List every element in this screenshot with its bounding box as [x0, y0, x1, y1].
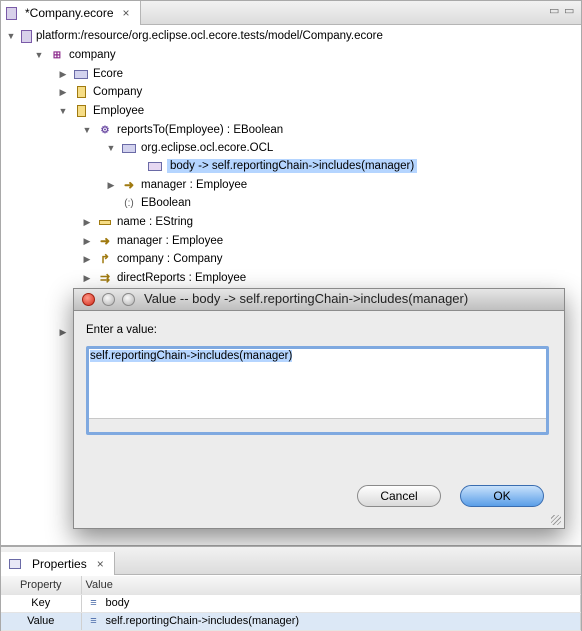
- tree-row-manager-reference[interactable]: ▶ ➜ manager : Employee: [81, 232, 224, 250]
- dialog-title: Value -- body -> self.reportingChain->in…: [144, 291, 469, 306]
- collapse-arrow-icon[interactable]: ▶: [81, 236, 93, 247]
- minimize-icon[interactable]: ▭: [549, 4, 559, 17]
- dialog-title-bar[interactable]: Value -- body -> self.reportingChain->in…: [74, 289, 564, 311]
- tree-label: EBoolean: [141, 197, 191, 209]
- collapse-arrow-icon[interactable]: ▶: [57, 69, 69, 80]
- tab-properties[interactable]: Properties ×: [1, 552, 115, 575]
- tree-row-manager-parameter[interactable]: ▶ ➜ manager : Employee: [105, 176, 248, 194]
- table-header: Property Value: [1, 576, 581, 595]
- maximize-icon[interactable]: ▭: [564, 4, 574, 17]
- annotation-icon: [73, 67, 89, 81]
- tree-row-package[interactable]: ▼ ⊞ company: [33, 46, 116, 64]
- tree-label: Company: [93, 86, 143, 98]
- tree-label: platform:/resource/org.eclipse.ocl.ecore…: [36, 30, 383, 42]
- tree-label: company: [69, 49, 116, 61]
- close-icon[interactable]: ×: [123, 6, 130, 20]
- tree-label: Ecore: [93, 68, 124, 80]
- tree-row-ecore-annotation[interactable]: ▶ Ecore: [57, 65, 124, 83]
- value-text: self.reportingChain->includes(manager): [90, 350, 293, 362]
- tree-label: manager : Employee: [117, 235, 224, 247]
- tab-title: *Company.ecore: [25, 6, 114, 20]
- dialog-prompt: Enter a value:: [86, 324, 157, 336]
- horizontal-scrollbar[interactable]: [89, 418, 546, 432]
- properties-tab-bar: Properties ×: [1, 547, 581, 575]
- properties-view: Properties × Property Value Key ≡ body Va…: [0, 546, 582, 631]
- annotation-icon: [121, 141, 137, 155]
- tree-label: reportsTo(Employee) : EBoolean: [117, 124, 284, 136]
- expand-arrow-icon[interactable]: ▼: [5, 31, 17, 41]
- cancel-button[interactable]: Cancel: [357, 485, 441, 507]
- editor-tab-bar: *Company.ecore × ▭ ▭: [1, 1, 581, 25]
- properties-tab-title: Properties: [32, 556, 87, 571]
- package-icon: ⊞: [52, 49, 62, 61]
- close-icon[interactable]: ×: [97, 557, 104, 571]
- minimize-window-button[interactable]: [102, 293, 115, 306]
- property-key: Key: [1, 594, 82, 613]
- tree-label: Employee: [93, 105, 145, 117]
- expand-arrow-icon[interactable]: ▼: [33, 50, 45, 60]
- tree-row-name-attribute[interactable]: ▶ name : EString: [81, 213, 194, 231]
- tree-label: org.eclipse.ocl.ecore.OCL: [141, 142, 274, 154]
- property-value[interactable]: ≡ self.reportingChain->includes(manager): [81, 612, 581, 631]
- table-row[interactable]: Key ≡ body: [1, 594, 581, 613]
- text-value-icon: ≡: [90, 615, 97, 627]
- operation-icon: ⚙: [100, 124, 110, 136]
- collapse-arrow-icon[interactable]: ▶: [57, 87, 69, 98]
- tree-row-company-reference[interactable]: ▶ ↱ company : Company: [81, 250, 223, 268]
- zoom-window-button[interactable]: [122, 293, 135, 306]
- expand-arrow-icon[interactable]: ▼: [57, 106, 69, 116]
- datatype-icon: (:): [124, 197, 134, 209]
- class-icon: [73, 104, 89, 118]
- table-row[interactable]: Value ≡ self.reportingChain->includes(man…: [1, 612, 581, 631]
- tree-label-selected: body -> self.reportingChain->includes(ma…: [167, 159, 418, 173]
- reference-icon: ↱: [99, 252, 111, 266]
- collapse-arrow-icon[interactable]: ▶: [81, 254, 93, 265]
- properties-icon: [7, 557, 23, 571]
- tree-row-ocl-annotation[interactable]: ▼ org.eclipse.ocl.ecore.OCL: [105, 139, 274, 157]
- value-dialog: Value -- body -> self.reportingChain->in…: [73, 288, 565, 529]
- tree-row-company-class[interactable]: ▶ Company: [57, 83, 142, 101]
- property-key: Value: [1, 612, 82, 631]
- resource-icon: [21, 29, 32, 43]
- close-window-button[interactable]: [82, 293, 95, 306]
- parameter-icon: ➜: [123, 178, 135, 192]
- collapse-arrow-icon[interactable]: ▶: [81, 217, 93, 228]
- tree-row-body-entry[interactable]: body -> self.reportingChain->includes(ma…: [131, 157, 418, 175]
- ok-button[interactable]: OK: [460, 485, 544, 507]
- class-icon: [73, 85, 89, 99]
- tree-row-employee-class[interactable]: ▼ Employee: [57, 102, 144, 120]
- property-value[interactable]: ≡ body: [81, 594, 581, 613]
- expand-arrow-icon[interactable]: ▼: [105, 143, 117, 153]
- ecore-file-icon: [6, 6, 17, 20]
- tree-row-eboolean[interactable]: (:) EBoolean: [105, 194, 191, 212]
- column-header-value[interactable]: Value: [81, 576, 581, 595]
- details-entry-icon: [147, 159, 163, 173]
- collapse-arrow-icon[interactable]: ▶: [57, 327, 69, 338]
- collapse-arrow-icon[interactable]: ▶: [105, 180, 117, 191]
- tree-row-hidden[interactable]: ▶: [57, 323, 73, 341]
- properties-table: Property Value Key ≡ body Value ≡ self.rep…: [1, 576, 581, 631]
- tree-row-reports-operation[interactable]: ▼ ⚙ reportsTo(Employee) : EBoolean: [81, 121, 284, 139]
- tree-label: company : Company: [117, 253, 223, 265]
- tree-row-resource[interactable]: ▼ platform:/resource/org.eclipse.ocl.eco…: [5, 27, 383, 45]
- resize-grip-icon[interactable]: [551, 515, 561, 525]
- tab-company-ecore[interactable]: *Company.ecore ×: [1, 1, 141, 25]
- collapse-arrow-icon[interactable]: ▶: [81, 273, 93, 284]
- reference-icon: ➜: [99, 234, 111, 248]
- attribute-icon: [97, 215, 113, 229]
- tree-label: manager : Employee: [141, 179, 248, 191]
- tree-label: directReports : Employee: [117, 272, 247, 284]
- expand-arrow-icon[interactable]: ▼: [81, 125, 93, 135]
- containment-reference-icon: ⇉: [99, 271, 111, 285]
- text-value-icon: ≡: [90, 597, 97, 609]
- column-header-property[interactable]: Property: [1, 576, 82, 595]
- tree-row-direct-reports[interactable]: ▶ ⇉ directReports : Employee: [81, 269, 247, 287]
- tree-label: name : EString: [117, 216, 194, 228]
- value-text-area[interactable]: self.reportingChain->includes(manager): [86, 346, 549, 435]
